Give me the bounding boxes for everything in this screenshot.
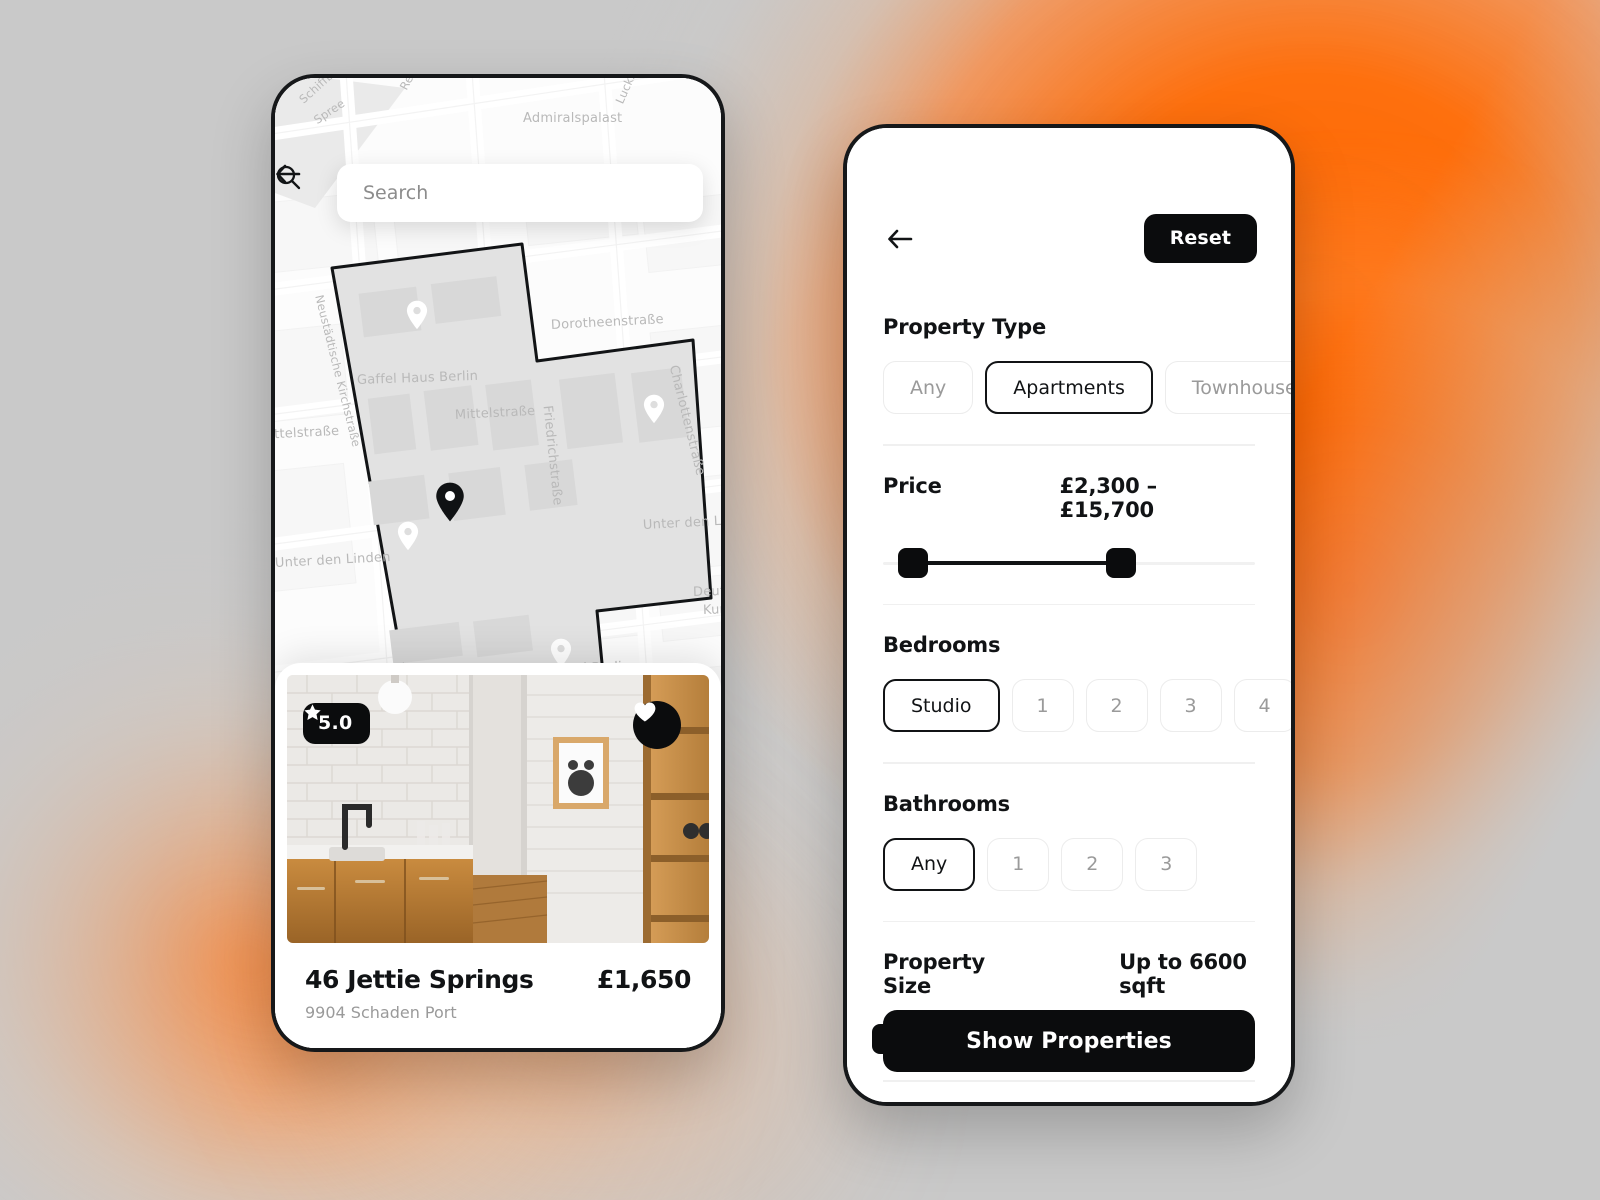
search-input[interactable]: Search — [276, 164, 703, 222]
heart-icon — [634, 702, 656, 722]
bedrooms-header: Bedrooms — [847, 633, 1291, 657]
phone-filter-screen: Reset Property Type Any Apartments Townhou… — [843, 124, 1295, 1106]
property-card-body: 46 Jettie Springs £1,650 9904 Schaden Po… — [275, 943, 721, 1026]
rating-value: 5.0 — [318, 712, 353, 734]
bathrooms-label: Bathrooms — [883, 791, 1010, 816]
map-search-row: Search — [275, 164, 721, 222]
filters-panel: Reset Property Type Any Apartments Townhou… — [847, 128, 1291, 1102]
filters-scroll-area[interactable]: Reset Property Type Any Apartments Townhou… — [847, 128, 1291, 1102]
price-value: £2,300 – £15,700 — [1059, 473, 1157, 522]
property-card[interactable]: 5.0 46 Jettie Springs £1,650 9904 Schade… — [275, 663, 721, 1048]
bedrooms-chip-row[interactable]: Studio12345 — [847, 679, 1291, 732]
property-size-header: Property Size Up to 6600 sqft — [847, 950, 1291, 998]
price-slider-max-handle[interactable] — [1106, 547, 1137, 578]
property-size-value: Up to 6600 sqft — [1119, 950, 1247, 998]
phone-map-screen: SchiffbauerdammSpreeAdmiralspalastReinha… — [271, 74, 725, 1052]
section-bathrooms: Bathrooms Any 1 2 3 — [847, 792, 1291, 891]
property-photo[interactable]: 5.0 — [287, 675, 709, 943]
price-slider-fill — [912, 560, 1122, 565]
divider-2 — [883, 603, 1255, 605]
star-icon — [304, 704, 321, 721]
show-properties-button[interactable]: Show Properties — [883, 1010, 1255, 1072]
section-price: Price £2,300 – £15,700 — [847, 474, 1291, 580]
section-property-type: Property Type AnyApartmentsTownhousesVil… — [847, 315, 1291, 414]
screenshot-canvas: SchiffbauerdammSpreeAdmiralspalastReinha… — [0, 0, 1600, 1200]
divider-5 — [883, 1080, 1255, 1082]
search-placeholder-text: Search — [363, 182, 429, 204]
filter-chip-townhouses[interactable]: Townhouses — [1164, 361, 1291, 414]
divider-3 — [883, 762, 1255, 764]
map-pin-icon — [397, 521, 419, 551]
reset-button[interactable]: Reset — [1143, 214, 1257, 263]
map-pin-icon — [406, 300, 428, 330]
cta-container: Show Properties — [847, 1010, 1291, 1072]
map-street-label: Deutsche — [692, 582, 721, 600]
price-slider-min-handle[interactable] — [897, 547, 928, 578]
filters-header: Reset — [847, 128, 1291, 263]
price-slider[interactable] — [883, 546, 1255, 580]
property-type-label: Property Type — [883, 315, 1047, 339]
property-title: 46 Jettie Springs — [305, 965, 534, 994]
property-address: 9904 Schaden Port — [305, 1003, 457, 1022]
map-street-label: Admiralspalast — [523, 111, 623, 126]
bathrooms-chip-row[interactable]: Any 1 2 3 — [847, 837, 1291, 891]
filters-back-button[interactable] — [883, 222, 917, 256]
map-pin-icon — [436, 482, 464, 522]
property-card-headline: 46 Jettie Springs £1,650 — [305, 965, 691, 994]
filter-chip-any[interactable]: Any — [883, 837, 976, 891]
arrow-left-icon — [888, 229, 913, 248]
filter-chip-2[interactable]: 2 — [1085, 679, 1148, 732]
filter-chip-2[interactable]: 2 — [1061, 837, 1124, 891]
divider-1 — [883, 444, 1255, 446]
property-price: £1,650 — [596, 965, 691, 994]
filter-chip-3[interactable]: 3 — [1135, 837, 1198, 891]
filter-chip-studio[interactable]: Studio — [883, 679, 1000, 732]
favorite-button[interactable] — [633, 701, 681, 749]
map-view[interactable]: SchiffbauerdammSpreeAdmiralspalastReinha… — [275, 78, 721, 1048]
filter-chip-any[interactable]: Any — [883, 361, 974, 414]
map-street-label: Kunst — [702, 601, 721, 618]
price-label: Price — [883, 473, 942, 498]
price-header: Price £2,300 – £15,700 — [847, 474, 1291, 522]
property-type-header: Property Type — [847, 315, 1291, 339]
filter-chip-apartments[interactable]: Apartments — [985, 361, 1153, 414]
filter-chip-1[interactable]: 1 — [987, 837, 1050, 891]
divider-4 — [883, 920, 1255, 922]
bedrooms-label: Bedrooms — [883, 633, 1001, 657]
property-type-chip-row[interactable]: AnyApartmentsTownhousesVillas — [847, 361, 1291, 414]
search-icon[interactable] — [275, 164, 301, 190]
property-size-label: Property Size — [883, 950, 985, 998]
filter-chip-1[interactable]: 1 — [1011, 679, 1074, 732]
filter-chip-4[interactable]: 4 — [1233, 679, 1291, 732]
section-bedrooms: Bedrooms Studio12345 — [847, 633, 1291, 732]
map-pin-icon — [643, 394, 665, 424]
rating-badge: 5.0 — [303, 703, 370, 744]
bathrooms-header: Bathrooms — [847, 792, 1291, 816]
filter-chip-3[interactable]: 3 — [1159, 679, 1222, 732]
